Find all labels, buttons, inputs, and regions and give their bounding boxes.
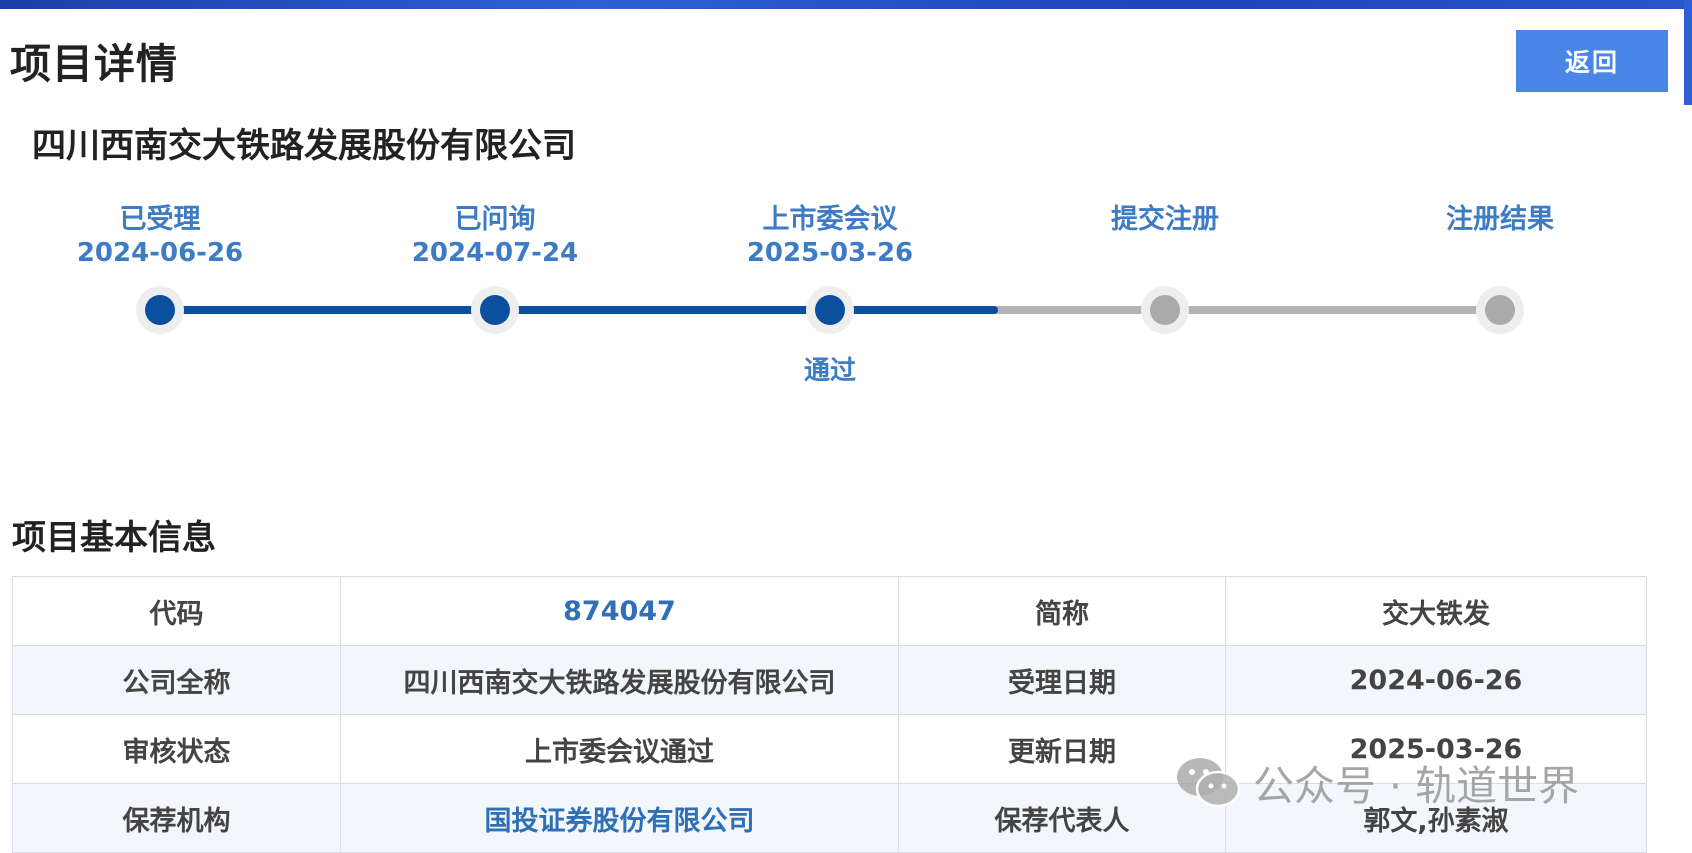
- label-review-status: 审核状态: [12, 714, 341, 784]
- wechat-icon: [1175, 756, 1241, 808]
- step-result-listing-committee: 通过: [803, 356, 856, 386]
- value-accept-date: 2024-06-26: [1225, 645, 1647, 715]
- section-title-basic-info: 项目基本信息: [12, 518, 216, 558]
- right-accent-bar: [1684, 0, 1692, 105]
- step-node-accepted: [136, 286, 184, 334]
- label-sponsor: 保荐机构: [12, 783, 341, 853]
- step-date-inquired: 2024-07-24: [411, 238, 579, 268]
- stock-code-link[interactable]: 874047: [340, 576, 899, 646]
- step-label-submit-registration: 提交注册: [1111, 204, 1219, 235]
- page-title: 项目详情: [10, 40, 178, 88]
- back-button[interactable]: 返回: [1516, 30, 1668, 92]
- label-full-name: 公司全称: [12, 645, 341, 715]
- step-label-accepted: 已受理: [119, 204, 201, 235]
- progress-track-completed: [160, 306, 998, 314]
- step-label-registration-result: 注册结果: [1446, 204, 1554, 235]
- label-short-name: 简称: [898, 576, 1226, 646]
- value-full-name: 四川西南交大铁路发展股份有限公司: [340, 645, 899, 715]
- table-row: 公司全称 四川西南交大铁路发展股份有限公司 受理日期 2024-06-26: [12, 645, 1647, 715]
- step-date-listing-committee: 2025-03-26: [746, 238, 914, 268]
- value-short-name: 交大铁发: [1225, 576, 1647, 646]
- label-code: 代码: [12, 576, 341, 646]
- step-date-accepted: 2024-06-26: [76, 238, 244, 268]
- value-review-status: 上市委会议通过: [340, 714, 899, 784]
- sponsor-link[interactable]: 国投证券股份有限公司: [340, 783, 899, 853]
- watermark: 公众号 · 轨道世界: [1175, 752, 1579, 812]
- watermark-text: 公众号 · 轨道世界: [1253, 762, 1580, 810]
- step-node-submit-registration: [1141, 286, 1189, 334]
- step-node-listing-committee: [806, 286, 854, 334]
- step-label-listing-committee: 上市委会议: [762, 204, 898, 235]
- step-node-inquired: [471, 286, 519, 334]
- company-name: 四川西南交大铁路发展股份有限公司: [32, 126, 576, 166]
- step-label-inquired: 已问询: [454, 204, 536, 235]
- label-accept-date: 受理日期: [898, 645, 1226, 715]
- step-node-registration-result: [1476, 286, 1524, 334]
- table-row: 代码 874047 简称 交大铁发: [12, 576, 1647, 646]
- top-accent-bar: [0, 0, 1692, 9]
